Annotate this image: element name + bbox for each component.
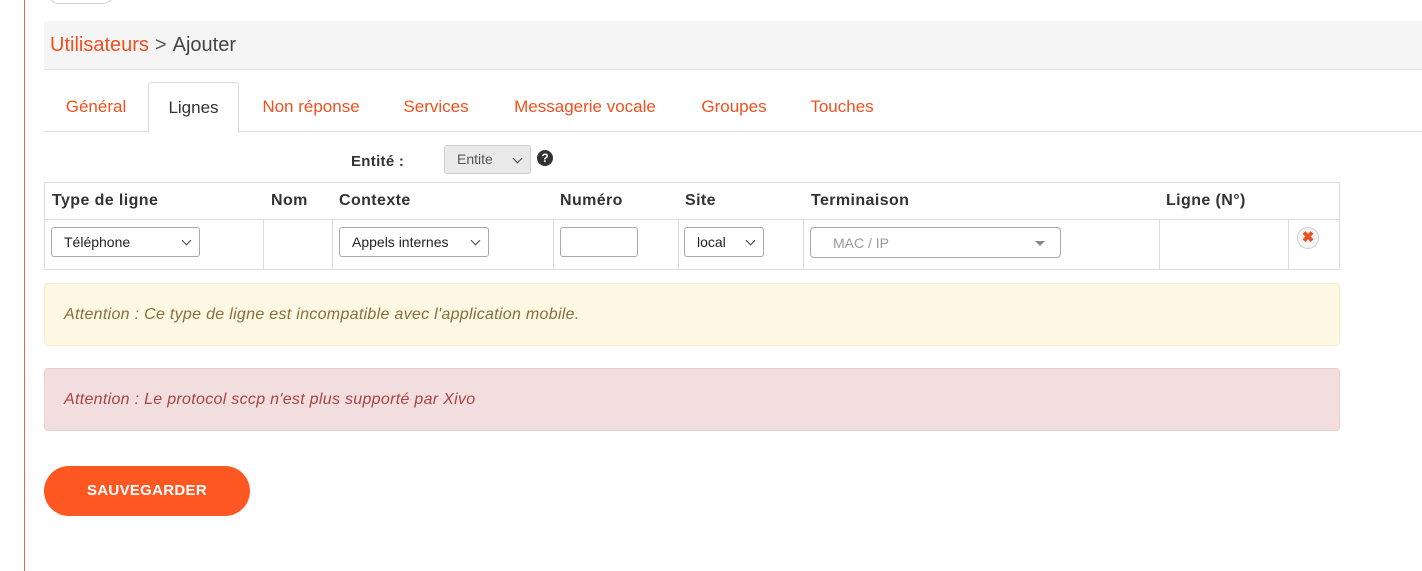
tab-non-reponse[interactable]: Non réponse	[249, 82, 373, 132]
chevron-down-icon	[745, 235, 756, 246]
header-numero: Numéro	[560, 192, 623, 209]
tab-touches[interactable]: Touches	[797, 82, 887, 132]
header-type-de-ligne: Type de ligne	[52, 192, 159, 209]
chevron-down-icon	[181, 235, 192, 246]
terminaison-placeholder: MAC / IP	[833, 235, 890, 251]
sccp-unsupported-alert: Attention : Le protocol sccp n'est plus …	[44, 368, 1340, 431]
remove-circle-icon[interactable]: ✖	[1297, 227, 1319, 249]
context-value: Appels internes	[352, 234, 449, 250]
tab-services[interactable]: Services	[389, 82, 483, 132]
mobile-incompatible-warning: Attention : Ce type de ligne est incompa…	[44, 283, 1340, 346]
tab-general[interactable]: Général	[44, 82, 148, 132]
site-value: local	[697, 234, 726, 250]
left-border-rule	[24, 0, 25, 571]
header-ligne-numero: Ligne (N°)	[1166, 192, 1246, 209]
question-circle-icon[interactable]: ?	[537, 150, 553, 166]
column-divider	[803, 219, 804, 270]
line-type-value: Téléphone	[64, 234, 131, 250]
lines-table: Type de ligne Nom Contexte Numéro Site T…	[44, 182, 1340, 270]
tab-messagerie-vocale[interactable]: Messagerie vocale	[499, 82, 671, 132]
table-row-divider	[45, 219, 1339, 220]
line-type-select[interactable]: Téléphone	[51, 227, 200, 257]
entity-label: Entité :	[351, 153, 405, 170]
tab-lignes[interactable]: Lignes	[148, 82, 239, 133]
site-select[interactable]: local	[684, 227, 764, 257]
entity-select[interactable]: Entite	[444, 145, 531, 174]
tab-bar: Général Lignes Non réponse Services Mess…	[44, 82, 1422, 133]
numero-input[interactable]	[560, 227, 638, 257]
column-divider	[1288, 219, 1289, 270]
caret-down-icon	[1035, 241, 1045, 246]
header-nom: Nom	[271, 192, 308, 209]
header-terminaison: Terminaison	[811, 192, 910, 209]
column-divider	[678, 219, 679, 270]
chevron-down-icon	[470, 235, 481, 246]
breadcrumb-link-utilisateurs[interactable]: Utilisateurs	[50, 34, 149, 57]
breadcrumb-separator: >	[154, 33, 167, 56]
save-button[interactable]: SAUVEGARDER	[44, 466, 250, 516]
terminaison-select[interactable]: MAC / IP	[810, 227, 1061, 258]
entity-select-value: Entite	[457, 151, 493, 167]
context-select[interactable]: Appels internes	[339, 227, 489, 257]
column-divider	[332, 219, 333, 270]
column-divider	[553, 219, 554, 270]
header-contexte: Contexte	[339, 192, 411, 209]
breadcrumb: Utilisateurs > Ajouter	[44, 21, 1422, 70]
tab-groupes[interactable]: Groupes	[687, 82, 781, 132]
top-partial-button[interactable]	[48, 0, 114, 4]
column-divider	[263, 219, 264, 270]
breadcrumb-current: Ajouter	[172, 33, 236, 56]
column-divider	[1159, 219, 1160, 270]
chevron-down-icon	[512, 153, 523, 164]
header-site: Site	[685, 192, 716, 209]
